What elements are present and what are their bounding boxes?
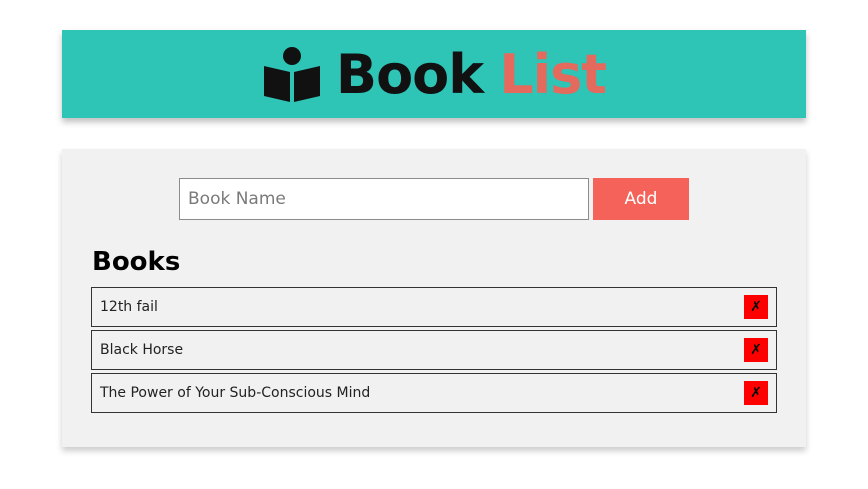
delete-button[interactable]: ✗ [744, 381, 768, 405]
list-item: The Power of Your Sub-Conscious Mind ✗ [91, 373, 777, 413]
book-title: The Power of Your Sub-Conscious Mind [100, 385, 371, 401]
delete-button[interactable]: ✗ [744, 338, 768, 362]
book-panel: Add Books 12th fail ✗ Black Horse ✗ The … [62, 149, 806, 447]
book-title: 12th fail [100, 299, 158, 315]
app-header: Book List [62, 30, 806, 118]
book-title: Black Horse [100, 342, 184, 358]
reading-person-icon [262, 44, 322, 104]
add-button[interactable]: Add [593, 178, 689, 220]
app-title-book: Book [335, 42, 484, 106]
books-heading: Books [92, 247, 181, 277]
book-list: 12th fail ✗ Black Horse ✗ The Power of Y… [91, 287, 777, 416]
list-item: 12th fail ✗ [91, 287, 777, 327]
list-item: Black Horse ✗ [91, 330, 777, 370]
book-name-input[interactable] [179, 178, 589, 220]
delete-button[interactable]: ✗ [744, 295, 768, 319]
app-title-list: List [499, 42, 607, 106]
